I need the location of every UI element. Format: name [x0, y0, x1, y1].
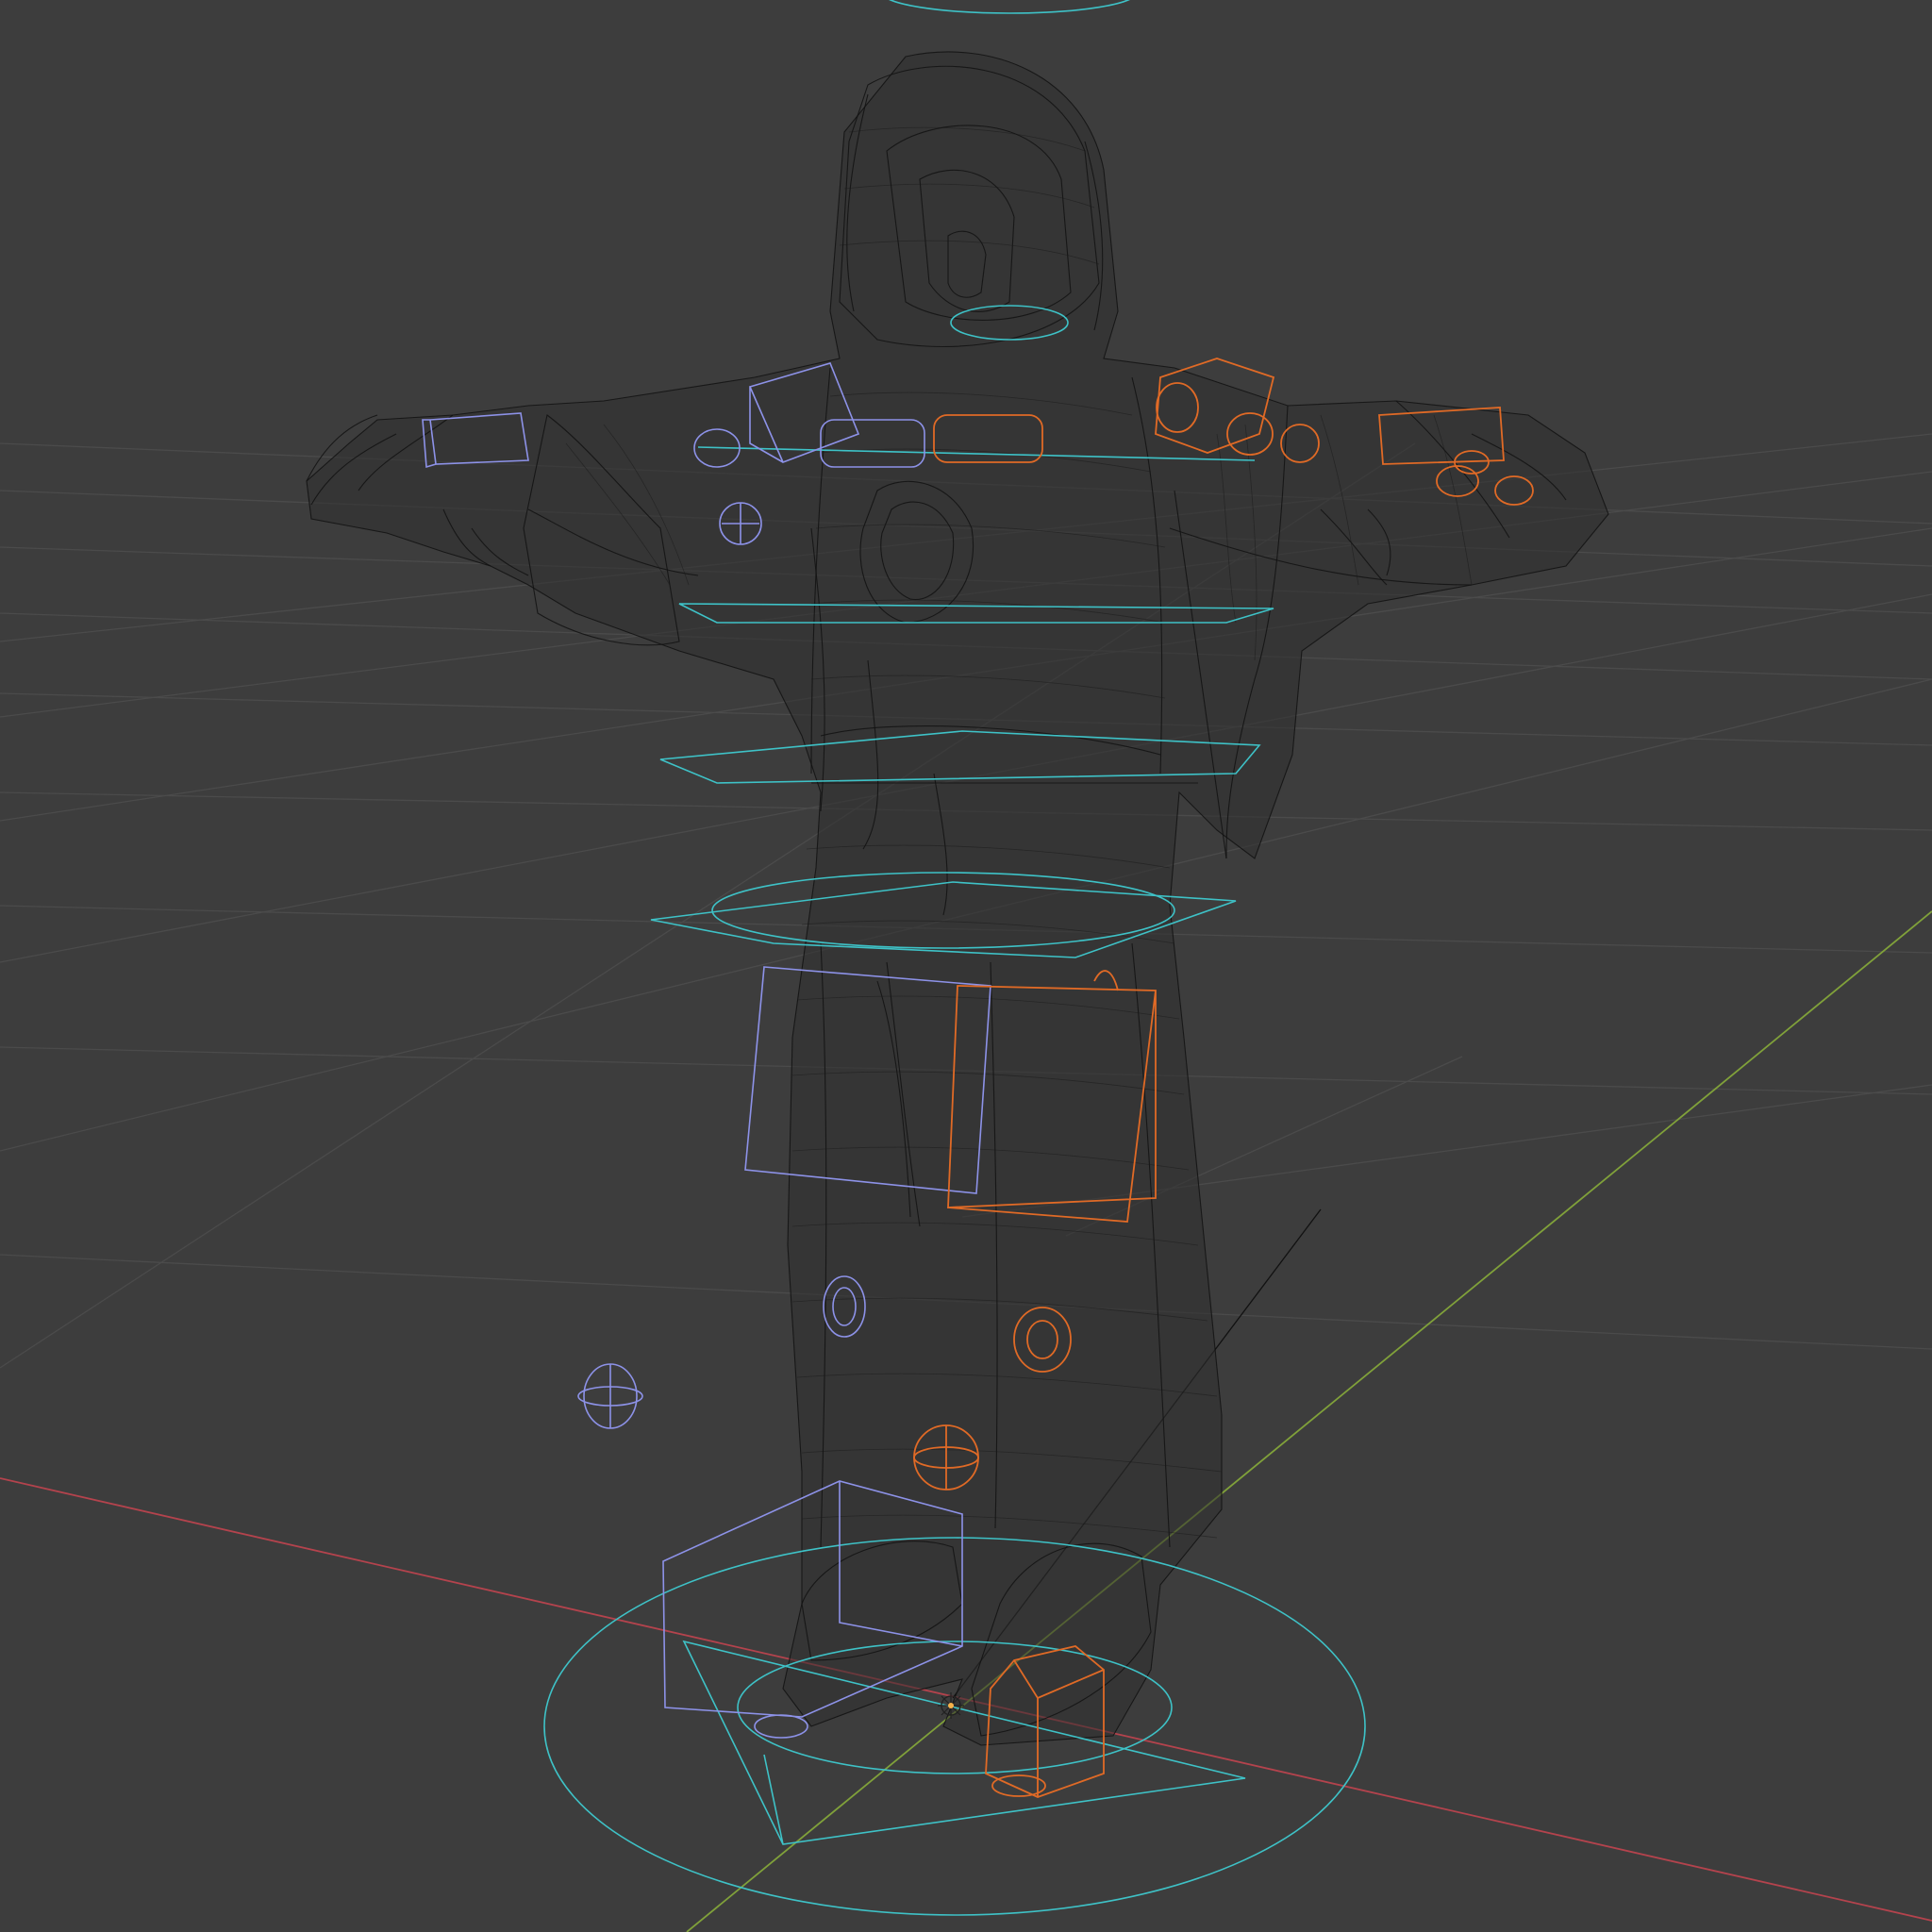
root-arrow-control[interactable]: [763, 1754, 784, 1845]
character-mesh[interactable]: [306, 51, 1609, 1746]
head-top-control[interactable]: [882, 0, 1137, 14]
origin-crosshair-icon[interactable]: [938, 1692, 964, 1719]
3d-viewport[interactable]: [0, 0, 1932, 1932]
viewport-canvas[interactable]: [0, 0, 1932, 1932]
left-heel-control[interactable]: [754, 1714, 808, 1739]
